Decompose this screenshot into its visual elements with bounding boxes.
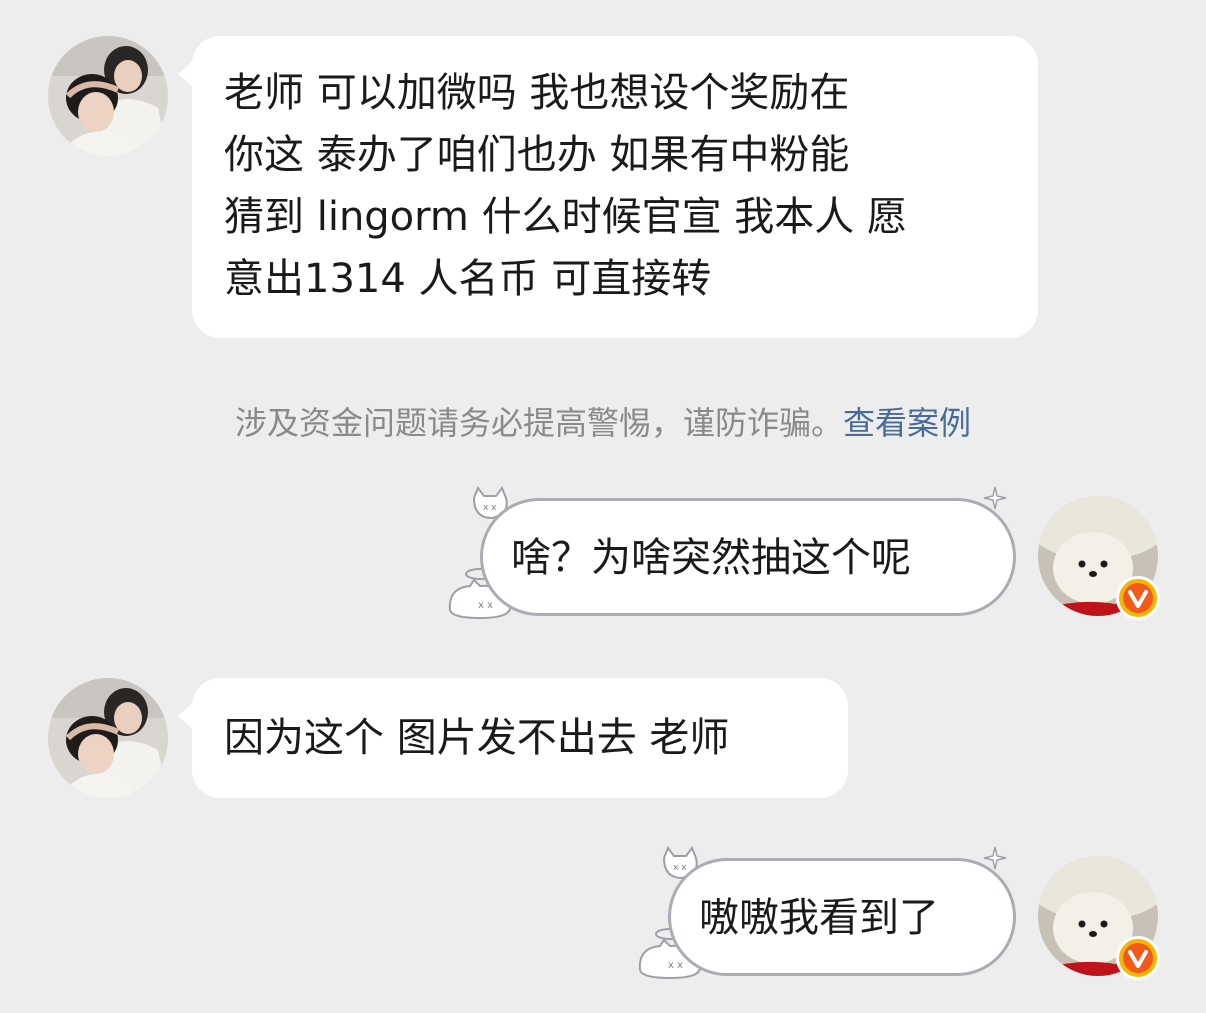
- message-text: 嗷嗷我看到了: [699, 895, 939, 941]
- verified-v-badge-icon: [1116, 576, 1160, 620]
- message-text-line: 意出1314 人名币 可直接转: [224, 256, 712, 302]
- message-text-line: 老师 可以加微吗 我也想设个奖励在: [224, 70, 850, 116]
- message-text: 啥？为啥突然抽这个呢: [511, 535, 911, 581]
- chat-thread[interactable]: 老师 可以加微吗 我也想设个奖励在 你这 泰办了咱们也办 如果有中粉能 猜到 l…: [0, 0, 1206, 1013]
- message-text: 因为这个 图片发不出去 老师: [224, 715, 730, 761]
- outgoing-message-bubble[interactable]: 啥？为啥突然抽这个呢: [480, 498, 1016, 616]
- svg-text:x x: x x: [673, 863, 687, 873]
- anti-fraud-notice: 涉及资金问题请务必提高警惕，谨防诈骗。查看案例: [0, 398, 1206, 444]
- message-text-line: 猜到 lingorm 什么时候官宣 我本人 愿: [224, 194, 908, 240]
- view-cases-link[interactable]: 查看案例: [843, 404, 971, 442]
- incoming-message-bubble[interactable]: 老师 可以加微吗 我也想设个奖励在 你这 泰办了咱们也办 如果有中粉能 猜到 l…: [178, 36, 1038, 338]
- svg-text:x x: x x: [668, 960, 683, 971]
- contact-avatar[interactable]: [48, 36, 168, 156]
- outgoing-message-bubble[interactable]: 嗷嗷我看到了: [668, 858, 1016, 976]
- message-text-line: 你这 泰办了咱们也办 如果有中粉能: [224, 132, 850, 178]
- contact-avatar[interactable]: [48, 678, 168, 798]
- svg-text:x x: x x: [478, 600, 493, 611]
- svg-text:x x: x x: [483, 503, 497, 513]
- verified-v-badge-icon: [1116, 936, 1160, 980]
- incoming-message-bubble[interactable]: 因为这个 图片发不出去 老师: [178, 678, 848, 798]
- notice-text: 涉及资金问题请务必提高警惕，谨防诈骗。: [234, 404, 843, 442]
